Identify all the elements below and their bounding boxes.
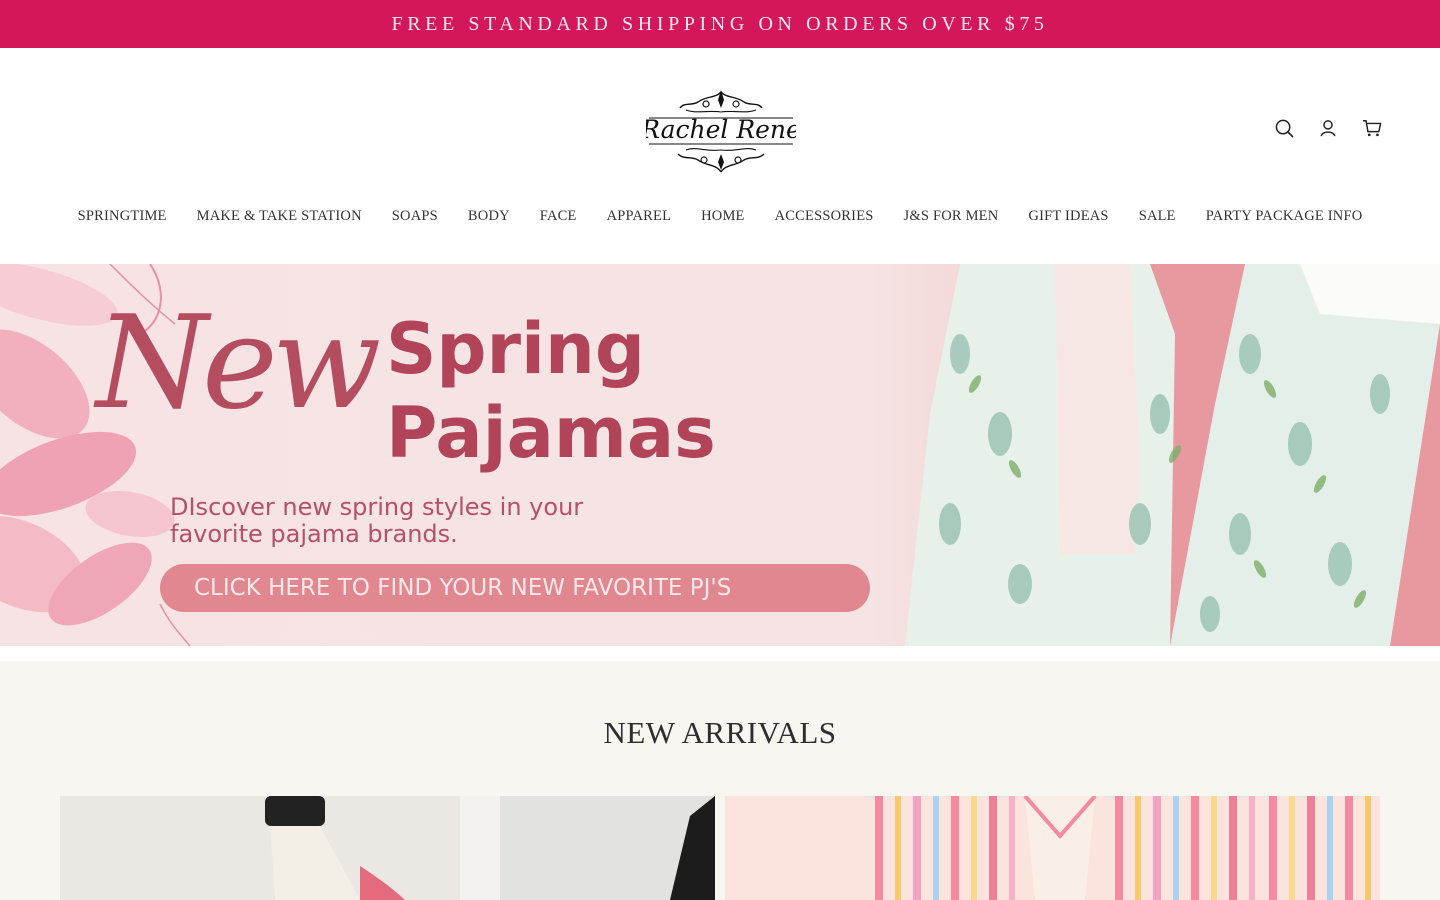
nav-item-sale[interactable]: SALE bbox=[1139, 208, 1176, 225]
hero-subtitle-line1: DIscover new spring styles in your bbox=[170, 493, 584, 521]
nav-item-apparel[interactable]: APPAREL bbox=[607, 208, 672, 225]
nav-item-make-take-station[interactable]: MAKE & TAKE STATION bbox=[197, 208, 362, 225]
new-arrivals-section: NEW ARRIVALS bbox=[0, 661, 1440, 900]
product-image bbox=[60, 796, 715, 900]
nav-item-home[interactable]: HOME bbox=[701, 208, 745, 225]
new-arrivals-title: NEW ARRIVALS bbox=[603, 715, 837, 750]
nav-item-soaps[interactable]: SOAPS bbox=[392, 208, 438, 225]
product-image bbox=[725, 796, 1380, 900]
site-header: Rachel Rene SPRINGTIME MAKE & TAKE STATI… bbox=[0, 48, 1440, 264]
hero-subtitle-line2: favorite pajama brands. bbox=[170, 520, 458, 548]
nav-item-face[interactable]: FACE bbox=[540, 208, 577, 225]
nav-item-accessories[interactable]: ACCESSORIES bbox=[775, 208, 874, 225]
product-card[interactable] bbox=[725, 796, 1380, 900]
hero-cta-button[interactable]: CLICK HERE TO FIND YOUR NEW FAVORITE PJ'… bbox=[160, 564, 870, 612]
cart-icon[interactable] bbox=[1362, 118, 1382, 138]
hero-subtitle: DIscover new spring styles in your favor… bbox=[170, 494, 690, 548]
logo-graphic: Rachel Rene bbox=[640, 90, 801, 173]
header-icons bbox=[1274, 118, 1382, 138]
logo-text: Rachel Rene bbox=[646, 115, 796, 144]
announcement-text: FREE STANDARD SHIPPING ON ORDERS OVER $7… bbox=[391, 12, 1049, 35]
nav-item-body[interactable]: BODY bbox=[468, 208, 510, 225]
nav-item-party-package-info[interactable]: PARTY PACKAGE INFO bbox=[1206, 208, 1363, 225]
hero-script-word: New bbox=[96, 289, 381, 438]
product-card[interactable] bbox=[60, 796, 715, 900]
nav-item-js-for-men[interactable]: J&S FOR MEN bbox=[904, 208, 999, 225]
nav-item-springtime[interactable]: SPRINGTIME bbox=[78, 208, 167, 225]
hero-banner[interactable]: New Spring Pajamas DIscover new spring s… bbox=[0, 264, 1440, 646]
hero-title-line2: Pajamas bbox=[386, 392, 716, 474]
announcement-bar: FREE STANDARD SHIPPING ON ORDERS OVER $7… bbox=[0, 0, 1440, 48]
hero-title-line1: Spring bbox=[386, 308, 645, 390]
main-nav: SPRINGTIME MAKE & TAKE STATION SOAPS BOD… bbox=[0, 208, 1440, 225]
nav-item-gift-ideas[interactable]: GIFT IDEAS bbox=[1028, 208, 1108, 225]
search-icon[interactable] bbox=[1274, 118, 1294, 138]
account-icon[interactable] bbox=[1318, 118, 1338, 138]
section-divider bbox=[0, 646, 1440, 661]
brand-logo[interactable]: Rachel Rene bbox=[640, 88, 801, 174]
